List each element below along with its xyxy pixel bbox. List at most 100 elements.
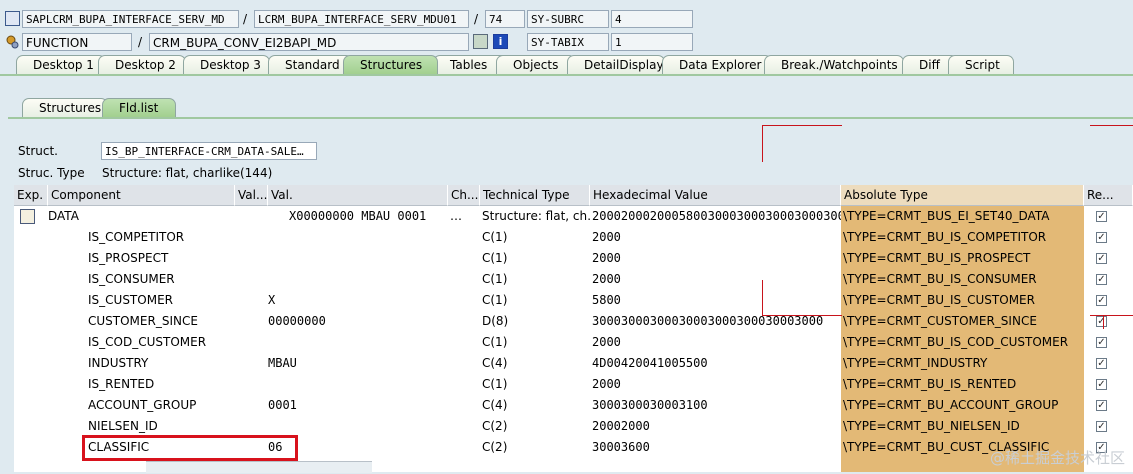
info-icon[interactable]: i — [493, 34, 508, 49]
checkbox[interactable]: ✓ — [1096, 337, 1107, 348]
checkbox[interactable]: ✓ — [1096, 379, 1107, 390]
table-row[interactable]: IS_COMPETITOR C(1) 2000 \TYPE=CRMT_BU_IS_CO… — [14, 227, 1133, 248]
cell-val — [268, 248, 448, 269]
tab-desktop-2[interactable]: Desktop 2 — [98, 55, 186, 74]
table-row[interactable]: IS_CONSUMER C(1) 2000 \TYPE=CRMT_BU_IS_CONS… — [14, 269, 1133, 290]
tab-desktop-1[interactable]: Desktop 1 — [16, 55, 106, 74]
col-header-hex-value[interactable]: Hexadecimal Value — [590, 185, 841, 206]
sysvar1-name-field[interactable]: SY-SUBRC — [527, 10, 609, 28]
program-field[interactable]: SAPLCRM_BUPA_INTERFACE_SERV_MD — [22, 10, 239, 28]
tab-script[interactable]: Script — [948, 55, 1014, 74]
table-icon[interactable] — [20, 209, 35, 224]
checkbox[interactable]: ✓ — [1096, 253, 1107, 264]
include-field[interactable]: LCRM_BUPA_INTERFACE_SERV_MDU01 — [254, 10, 469, 28]
table-row[interactable]: IS_PROSPECT C(1) 2000 \TYPE=CRMT_BU_IS_PROS… — [14, 248, 1133, 269]
cell-val — [268, 227, 448, 248]
col-header-val-short[interactable]: Val... — [235, 185, 268, 206]
cell-component: IS_CONSUMER — [88, 272, 175, 286]
table-row[interactable]: ACCOUNT_GROUP 0001 C(4) 3000300030003100 \TY… — [14, 395, 1133, 416]
table-row[interactable]: INDUSTRY MBAU C(4) 4D00420041005500 \TYPE=CR… — [14, 353, 1133, 374]
checkbox[interactable]: ✓ — [1096, 295, 1107, 306]
cell-tech: C(4) — [482, 356, 508, 370]
cell-abs: \TYPE=CRMT_BU_IS_COMPETITOR — [843, 230, 1047, 244]
horizontal-scrollbar[interactable] — [146, 461, 372, 473]
cell-component: CUSTOMER_SINCE — [88, 314, 198, 328]
cell-component: DATA — [48, 209, 79, 223]
table-row[interactable]: IS_CUSTOMER X C(1) 5800 \TYPE=CRMT_BU_IS_CUS… — [14, 290, 1133, 311]
cell-tech: C(1) — [482, 377, 508, 391]
cell-val — [268, 269, 448, 290]
col-header-exp[interactable]: Exp. — [14, 185, 48, 206]
table-row[interactable]: IS_COD_CUSTOMER C(1) 2000 \TYPE=CRMT_BU_IS_… — [14, 332, 1133, 353]
table-row[interactable]: DATA X00000000 MBAU 0001 … Structure: flat,… — [14, 206, 1133, 227]
cell-val: X — [268, 293, 276, 307]
line-field[interactable]: 74 — [485, 10, 525, 28]
subtab-fld-list[interactable]: Fld.list — [102, 98, 176, 117]
cell-ch — [450, 269, 480, 290]
struct-label: Struct. — [18, 144, 58, 158]
sysvar2-value-field[interactable]: 1 — [611, 33, 693, 51]
sysvar2-name-field[interactable]: SY-TABIX — [527, 33, 609, 51]
col-header-component[interactable]: Component — [48, 185, 235, 206]
cell-hex: 5800 — [592, 293, 621, 307]
cell-ch — [450, 248, 480, 269]
field-list-grid: Exp. Component Val... Val. Ch... Technic… — [14, 185, 1133, 472]
checkbox[interactable]: ✓ — [1096, 421, 1107, 432]
table-row[interactable]: CUSTOMER_SINCE 00000000 D(8) 30003000300030… — [14, 311, 1133, 332]
checkbox[interactable]: ✓ — [1096, 232, 1107, 243]
struct-input[interactable]: IS_BP_INTERFACE-CRM_DATA-SALE… — [101, 142, 317, 160]
program-icon — [5, 11, 20, 26]
tab-desktop-3[interactable]: Desktop 3 — [183, 55, 270, 74]
col-header-ch[interactable]: Ch... — [448, 185, 480, 206]
cell-val: 00000000 — [268, 314, 326, 328]
cell-ch — [450, 437, 480, 458]
cell-tech: C(2) — [482, 419, 508, 433]
cell-tech: C(1) — [482, 335, 508, 349]
table-row[interactable]: NIELSEN_ID C(2) 20002000 \TYPE=CRMT_BU_NIEL… — [14, 416, 1133, 437]
cell-component: IS_RENTED — [88, 377, 155, 391]
cell-abs: \TYPE=CRMT_CUSTOMER_SINCE — [843, 314, 1037, 328]
separator-slash: / — [243, 12, 248, 26]
cell-ch — [450, 227, 480, 248]
cell-abs: \TYPE=CRMT_BU_IS_PROSPECT — [843, 251, 1031, 265]
col-header-re[interactable]: Re... — [1084, 185, 1133, 206]
checkbox[interactable]: ✓ — [1096, 400, 1107, 411]
tab-detaildisplay[interactable]: DetailDisplay — [567, 55, 665, 74]
checkbox[interactable]: ✓ — [1096, 274, 1107, 285]
watermark: @稀土掘金技术社区 — [989, 449, 1125, 467]
tab-standard[interactable]: Standard — [268, 55, 353, 74]
tab-structures[interactable]: Structures — [343, 55, 438, 74]
checkbox[interactable]: ✓ — [1096, 358, 1107, 369]
table-row[interactable]: IS_RENTED C(1) 2000 \TYPE=CRMT_BU_IS_RENTED… — [14, 374, 1133, 395]
col-header-val[interactable]: Val. — [268, 185, 448, 206]
checkbox[interactable]: ✓ — [1096, 211, 1107, 222]
cell-tech: C(1) — [482, 272, 508, 286]
cell-abs: \TYPE=CRMT_INDUSTRY — [843, 356, 988, 370]
sysvar1-value-field[interactable]: 4 — [611, 10, 693, 28]
cell-tech: C(1) — [482, 251, 508, 265]
cell-hex: 30003600 — [592, 440, 650, 454]
cell-abs: \TYPE=CRMT_BUS_EI_SET40_DATA — [843, 209, 1050, 223]
header-row-2: FUNCTION / CRM_BUPA_CONV_EI2BAPI_MD i SY… — [0, 32, 1133, 52]
separator-slash: / — [138, 35, 143, 49]
cell-component: IS_CUSTOMER — [88, 293, 173, 307]
event-name-field[interactable]: CRM_BUPA_CONV_EI2BAPI_MD — [149, 33, 469, 51]
col-header-technical-type[interactable]: Technical Type — [480, 185, 590, 206]
event-type-field[interactable]: FUNCTION — [22, 33, 132, 51]
tab-data-explorer[interactable]: Data Explorer — [662, 55, 772, 74]
cell-component: IS_COMPETITOR — [88, 230, 185, 244]
struc-type-value: Structure: flat, charlike(144) — [102, 166, 273, 180]
checkbox[interactable]: ✓ — [1096, 316, 1107, 327]
struc-type-label: Struc. Type — [18, 166, 85, 180]
highlight-box — [82, 435, 298, 461]
col-header-absolute-type[interactable]: Absolute Type — [841, 185, 1084, 206]
cell-hex: 4D00420041005500 — [592, 356, 708, 370]
cell-component: INDUSTRY — [88, 356, 149, 370]
grid-icon[interactable] — [473, 34, 488, 49]
tab-break-watchpoints[interactable]: Break./Watchpoints — [764, 55, 904, 74]
cell-val: MBAU — [268, 356, 297, 370]
tab-objects[interactable]: Objects — [496, 55, 576, 74]
cell-ch — [450, 395, 480, 416]
annotation-line — [762, 280, 763, 315]
subtab-structures[interactable]: Structures — [22, 98, 108, 117]
